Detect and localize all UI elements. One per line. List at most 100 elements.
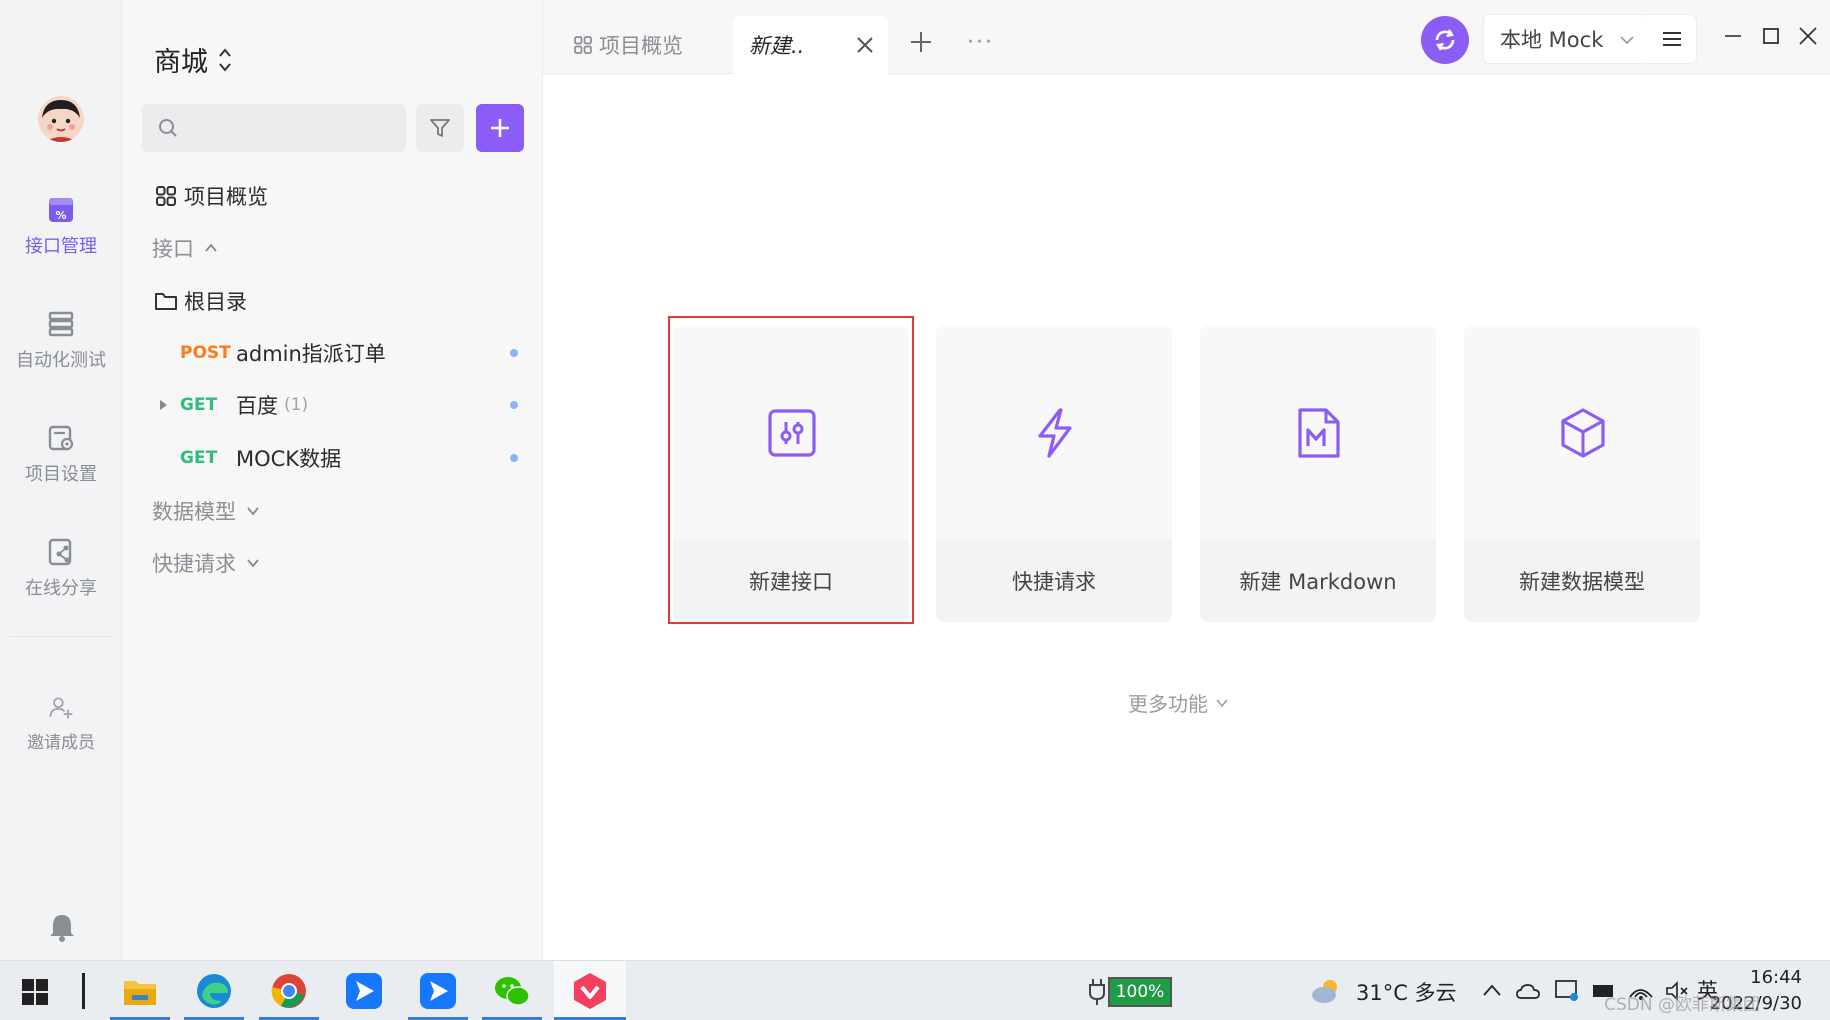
rail-item-project-settings[interactable]: 项目设置 [0,422,122,486]
windows-start-icon[interactable] [22,979,48,1005]
tab-label: 项目概览 [599,34,683,58]
minimize-icon[interactable] [1723,26,1743,46]
battery-indicator[interactable]: 100% [1086,977,1172,1007]
quick-requests-section[interactable]: 快捷请求 [122,541,543,585]
windows-taskbar: 100% 31°C 多云 英 16:44 2022/9/30 [0,960,1830,1020]
endpoint-name: admin指派订单 [236,342,386,366]
endpoint-row[interactable]: POST admin指派订单 [122,331,543,375]
menu-button[interactable] [1647,14,1697,64]
rail-item-label: 接口管理 [25,236,97,257]
chevron-up-icon [205,243,217,252]
add-user-icon [49,697,73,719]
rail-item-label: 自动化测试 [16,350,106,371]
add-button[interactable] [476,104,524,152]
feishu-icon[interactable] [416,969,460,1013]
interfaces-label: 接口 [152,237,194,261]
plus-icon [491,119,509,137]
close-icon[interactable] [856,36,874,54]
settings-icon [48,425,74,451]
new-api-card[interactable]: 新建接口 [673,326,909,622]
hamburger-icon [1662,32,1681,46]
new-tab-plus-icon[interactable] [909,30,933,54]
method-badge: POST [180,343,231,363]
data-models-section[interactable]: 数据模型 [122,489,543,533]
environment-select[interactable]: 本地 Mock [1483,14,1649,64]
sidebar: 商城 项目概览 接口 根目录 POST admin指派订单 GET 百度 (1)… [122,0,543,960]
weather-label[interactable]: 31°C 多云 [1356,977,1457,1007]
rail-item-api-management[interactable]: % 接口管理 [0,194,122,258]
apifox-icon[interactable] [568,969,612,1013]
taskbar-separator [82,973,85,1009]
project-overview-item[interactable]: 项目概览 [122,174,543,218]
sync-button[interactable] [1421,16,1469,64]
file-explorer-icon[interactable] [118,969,162,1013]
filter-button[interactable] [416,104,464,152]
chevron-down-icon [1216,698,1228,707]
interfaces-section[interactable]: 接口 [122,226,543,270]
new-data-model-card[interactable]: 新建数据模型 [1464,326,1700,622]
chevron-up-icon[interactable] [1482,981,1502,1001]
status-dot [510,401,518,409]
security-icon[interactable] [1554,979,1580,1003]
rail-item-automation[interactable]: 自动化测试 [0,308,122,372]
tab-label: 新建.. [749,34,805,58]
status-dot [510,454,518,462]
method-badge: GET [180,448,218,468]
cube-icon [1561,408,1605,458]
search-input[interactable] [142,104,406,152]
markdown-icon [1298,408,1340,458]
environment-label: 本地 Mock [1500,28,1604,52]
rail-divider [10,636,112,637]
endpoint-row[interactable]: GET 百度 (1) [122,383,543,427]
new-markdown-card[interactable]: 新建 Markdown [1200,326,1436,622]
data-models-label: 数据模型 [152,500,236,524]
expand-caret-icon[interactable] [160,400,167,410]
battery-level: 100% [1108,977,1172,1007]
svg-text:%: % [55,209,66,222]
chevron-down-icon [247,559,259,568]
root-folder[interactable]: 根目录 [122,279,543,323]
automation-icon [48,311,74,337]
project-switcher[interactable]: 商城 [154,40,232,79]
endpoint-row[interactable]: GET MOCK数据 [122,436,543,480]
rail-item-label: 项目设置 [25,464,97,485]
bell-icon[interactable] [48,912,76,942]
quick-request-card[interactable]: 快捷请求 [936,326,1172,622]
clock-time: 16:44 [1750,967,1802,988]
project-overview-label: 项目概览 [184,185,268,209]
invite-member-button[interactable]: 邀请成员 [0,694,122,753]
more-features-label: 更多功能 [1128,692,1208,716]
sync-icon [1435,29,1455,51]
tab-new[interactable]: 新建.. [733,16,888,74]
card-label: 新建数据模型 [1464,540,1700,622]
wechat-icon[interactable] [490,969,534,1013]
share-icon [48,538,72,566]
folder-icon [155,293,177,310]
status-dot [510,349,518,357]
close-window-icon[interactable] [1798,26,1818,46]
watermark: CSDN @欧菲斯集团 [1604,995,1760,1015]
more-features-button[interactable]: 更多功能 [1128,688,1228,717]
avatar[interactable] [38,96,84,142]
root-folder-label: 根目录 [184,290,247,314]
feishu-icon[interactable] [342,969,386,1013]
plug-icon [1089,979,1105,1005]
edge-icon[interactable] [192,969,236,1013]
filter-icon [430,119,450,137]
weather-cloud-icon[interactable] [1310,977,1344,1005]
method-badge: GET [180,395,218,415]
chevron-down-icon [247,507,259,516]
card-label: 新建 Markdown [1200,540,1436,622]
maximize-icon[interactable] [1761,26,1781,46]
case-count: (1) [284,395,309,415]
left-rail: % 接口管理 自动化测试 项目设置 在线分享 邀请成员 [0,0,122,960]
new-api-icon [768,409,816,457]
onedrive-icon[interactable] [1516,981,1540,1001]
more-tabs-button[interactable]: ··· [967,30,994,55]
search-icon [159,119,177,137]
rail-item-online-share[interactable]: 在线分享 [0,536,122,600]
tab-project-overview[interactable]: 项目概览 [573,16,683,74]
tab-bar: 项目概览 新建.. ··· 本地 Mock [543,0,1830,74]
chrome-icon[interactable] [267,969,311,1013]
sort-icon [219,47,231,72]
